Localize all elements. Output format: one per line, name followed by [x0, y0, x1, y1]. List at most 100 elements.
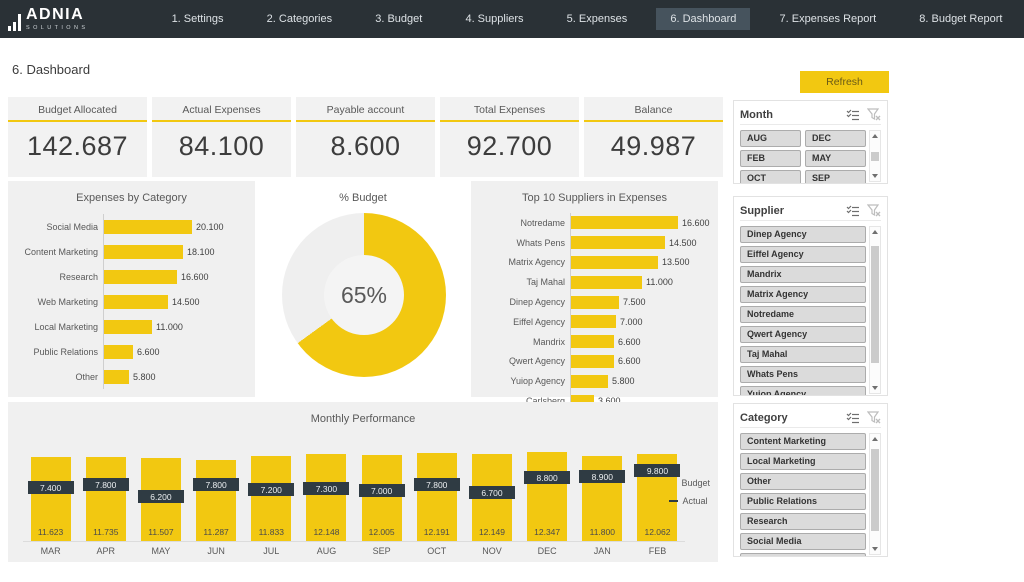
adnia-logo: ADNIA SOLUTIONS [8, 7, 138, 32]
bar-track: 6.600 [570, 332, 718, 352]
tab-4-suppliers[interactable]: 4. Suppliers [451, 8, 537, 30]
page-title: 6. Dashboard [12, 62, 90, 77]
kpi-value: 92.700 [440, 131, 579, 162]
legend-actual-label: Actual [682, 496, 707, 506]
category-slicer-scrollbar[interactable] [869, 433, 881, 555]
scroll-thumb[interactable] [871, 449, 879, 531]
chart-bar-row: Eiffel Agency7.000 [471, 312, 718, 332]
legend-budget-swatch [669, 479, 677, 487]
budget-bar: 12.148 [306, 454, 346, 541]
scroll-up-icon[interactable] [872, 230, 878, 234]
scroll-down-icon[interactable] [872, 174, 878, 178]
supplier-slicer-scrollbar[interactable] [869, 226, 881, 394]
budget-bar: 11.287 [196, 460, 236, 541]
bar-value-label: 11.000 [156, 322, 183, 332]
slicer-item-eiffel-agency[interactable]: Eiffel Agency [740, 246, 866, 263]
month-axis-label: FEB [630, 546, 685, 556]
kpi-card: Actual Expenses84.100 [152, 97, 291, 177]
bar-track: 13.500 [570, 253, 718, 273]
slicer-item-taj-mahal[interactable]: Taj Mahal [740, 346, 866, 363]
tab-1-settings[interactable]: 1. Settings [158, 8, 238, 30]
slicer-item-feb[interactable]: FEB [740, 150, 801, 167]
tab-7-expenses-report[interactable]: 7. Expenses Report [766, 8, 891, 30]
month-axis-label: APR [78, 546, 133, 556]
scroll-up-icon[interactable] [872, 134, 878, 138]
bar-value-label: 14.500 [669, 238, 697, 248]
slicer-item-mandrix[interactable]: Mandrix [740, 266, 866, 283]
kpi-card: Balance49.987 [584, 97, 723, 177]
budget-value-label: 12.062 [637, 527, 677, 537]
tab-2-categories[interactable]: 2. Categories [253, 8, 346, 30]
slicer-item-research[interactable]: Research [740, 513, 866, 530]
bar-category-label: Social Media [8, 222, 103, 232]
budget-value-label: 12.347 [527, 527, 567, 537]
top-navbar: ADNIA SOLUTIONS 1. Settings 2. Categories… [0, 0, 1024, 38]
slicer-item-yuiop-agency[interactable]: Yuiop Agency [740, 386, 866, 396]
scroll-down-icon[interactable] [872, 386, 878, 390]
scroll-thumb[interactable] [871, 152, 879, 161]
bar-category-label: Web Marketing [8, 297, 103, 307]
clear-filter-icon[interactable] [867, 108, 881, 121]
slicer-item-qwert-agency[interactable]: Qwert Agency [740, 326, 866, 343]
donut-ring: 65% [282, 213, 446, 377]
scroll-up-icon[interactable] [872, 437, 878, 441]
multiselect-icon[interactable] [846, 109, 860, 121]
clear-filter-icon[interactable] [867, 411, 881, 424]
month-axis-label: JAN [575, 546, 630, 556]
month-slicer-scrollbar[interactable] [869, 130, 881, 182]
legend-actual-swatch [669, 500, 678, 502]
slicer-item-local-marketing[interactable]: Local Marketing [740, 453, 866, 470]
actual-value-badge: 7.800 [193, 478, 239, 491]
slicer-item-social-media[interactable]: Social Media [740, 533, 866, 550]
tab-6-dashboard[interactable]: 6. Dashboard [656, 8, 750, 30]
monthly-column: 11.6237.400 [23, 451, 78, 541]
scroll-thumb[interactable] [871, 246, 879, 363]
slicer-item-aug[interactable]: AUG [740, 130, 801, 147]
month-slicer: Month AUGDECFEBMAY OCT SEP [733, 100, 888, 184]
slicer-item-whats-pens[interactable]: Whats Pens [740, 366, 866, 383]
bar-track: 6.600 [570, 352, 718, 372]
slicer-item-sep[interactable]: SEP [805, 170, 866, 184]
bar [104, 295, 168, 309]
slicer-item-dec[interactable]: DEC [805, 130, 866, 147]
multiselect-icon[interactable] [846, 205, 860, 217]
kpi-label: Total Expenses [440, 104, 579, 116]
bar-track: 14.500 [570, 233, 718, 253]
chart-legend: Budget Actual [669, 478, 710, 514]
slicer-item-dinep-agency[interactable]: Dinep Agency [740, 226, 866, 243]
slicer-item-may[interactable]: MAY [805, 150, 866, 167]
bar [571, 296, 619, 309]
kpi-card: Total Expenses 92.700 [440, 97, 579, 177]
category-bars: Social Media20.100Content Marketing18.10… [8, 214, 255, 389]
monthly-column: 12.1496.700 [464, 451, 519, 541]
bar-category-label: Local Marketing [8, 322, 103, 332]
bar-value-label: 5.800 [612, 376, 635, 386]
bar [571, 335, 614, 348]
slicer-title: Month [740, 109, 839, 121]
slicer-item-notredame[interactable]: Notredame [740, 306, 866, 323]
tab-3-budget[interactable]: 3. Budget [361, 8, 436, 30]
month-axis-label: AUG [299, 546, 354, 556]
chart-title: % Budget [255, 181, 471, 204]
actual-value-badge: 8.800 [524, 471, 570, 484]
tab-5-expenses[interactable]: 5. Expenses [553, 8, 642, 30]
slicer-item-public-relations[interactable]: Public Relations [740, 493, 866, 510]
slicer-item-matrix-agency[interactable]: Matrix Agency [740, 286, 866, 303]
scroll-down-icon[interactable] [872, 547, 878, 551]
slicer-item-web-marketing[interactable]: Web Marketing [740, 553, 866, 557]
bar-value-label: 13.500 [662, 257, 690, 267]
slicer-item-content-marketing[interactable]: Content Marketing [740, 433, 866, 450]
clear-filter-icon[interactable] [867, 204, 881, 217]
multiselect-icon[interactable] [846, 412, 860, 424]
bar [571, 355, 614, 368]
tab-8-budget-report[interactable]: 8. Budget Report [905, 8, 1016, 30]
kpi-value: 49.987 [584, 131, 723, 162]
chart-bar-row: Content Marketing18.100 [8, 239, 255, 264]
logo-tagline: SOLUTIONS [26, 26, 88, 32]
legend-budget-label: Budget [681, 478, 710, 488]
bar-value-label: 5.800 [133, 372, 156, 382]
slicer-item-oct[interactable]: OCT [740, 170, 801, 184]
expenses-by-category-chart: Expenses by Category Social Media20.100C… [8, 181, 255, 397]
refresh-button[interactable]: Refresh [800, 71, 889, 93]
slicer-item-other[interactable]: Other [740, 473, 866, 490]
